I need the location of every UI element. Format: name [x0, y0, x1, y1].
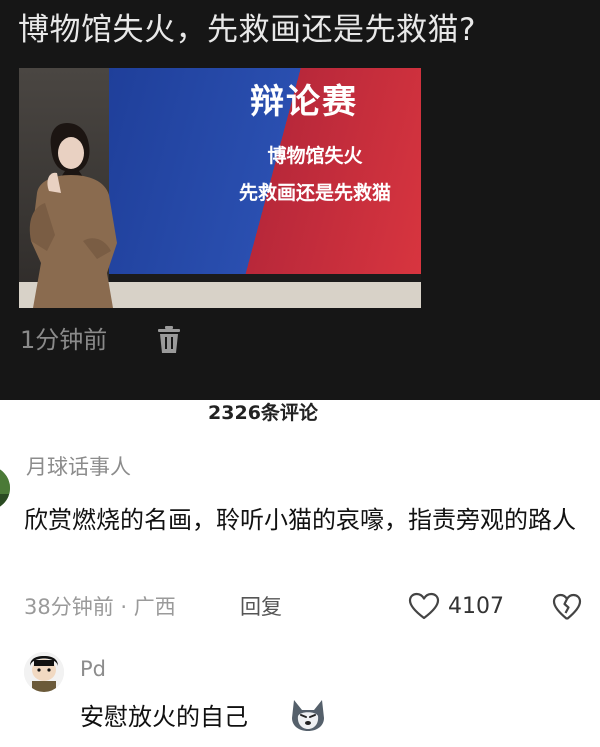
video-thumbnail[interactable]: 辩论赛 博物馆失火 先救画还是先救猫	[19, 68, 421, 308]
avatar[interactable]	[24, 652, 64, 692]
husky-dog-emoji-icon	[292, 700, 324, 731]
comment-username[interactable]: 月球话事人	[26, 452, 131, 482]
trash-icon[interactable]	[156, 326, 182, 354]
teacher-figure	[29, 123, 117, 308]
comment-meta: 38分钟前 · 广西	[24, 595, 176, 619]
post-title: 博物馆失火，先救画还是先救猫?	[18, 12, 476, 48]
comments-count: 2326条评论	[208, 402, 318, 424]
comment-text: 安慰放火的自己	[80, 703, 248, 731]
slide-line-1: 博物馆失火	[267, 145, 363, 167]
avatar[interactable]	[0, 466, 10, 510]
post-timestamp: 1分钟前	[20, 326, 108, 354]
screen-frame	[109, 274, 421, 282]
post-card: 博物馆失火，先救画还是先救猫? 辩论赛 博物馆失火 先救画还是先救猫 1分钟前	[0, 0, 600, 400]
reply-button[interactable]: 回复	[240, 592, 282, 622]
heart-outline-icon	[408, 592, 440, 620]
like-button[interactable]: 4107	[408, 590, 518, 624]
comment-text: 欣赏燃烧的名画，聆听小猫的哀嚎，指责旁观的路人	[24, 506, 576, 534]
comment-username[interactable]: Pd	[80, 654, 106, 684]
broken-heart-icon[interactable]	[552, 593, 582, 621]
like-count: 4107	[448, 594, 504, 619]
slide-line-2: 先救画还是先救猫	[238, 182, 391, 204]
slide-title: 辩论赛	[250, 82, 358, 122]
